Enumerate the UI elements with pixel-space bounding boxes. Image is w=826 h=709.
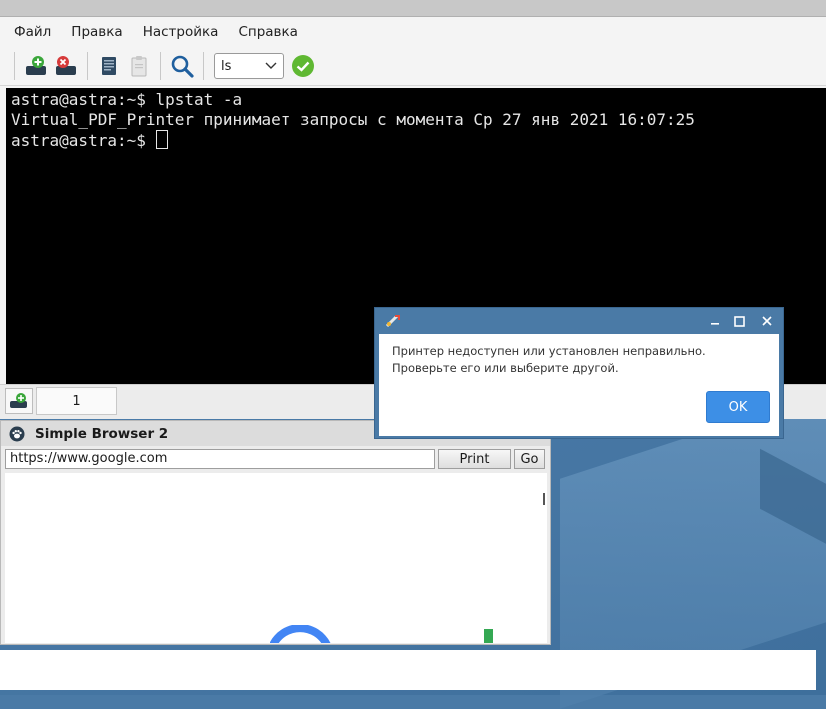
ok-button[interactable]: OK bbox=[706, 391, 770, 423]
dialog-message-line: Принтер недоступен или установлен неправ… bbox=[392, 344, 706, 358]
terminal-prompt-line: astra@astra:~$ bbox=[11, 130, 821, 151]
terminal-cursor bbox=[155, 130, 168, 149]
toolbar-separator bbox=[203, 52, 204, 80]
dialog-titlebar[interactable] bbox=[375, 308, 783, 335]
dialog-message: Принтер недоступен или установлен неправ… bbox=[392, 343, 706, 377]
checkmark-icon bbox=[292, 55, 314, 77]
printer-error-dialog: Принтер недоступен или установлен неправ… bbox=[374, 307, 784, 439]
go-button[interactable]: Go bbox=[514, 449, 545, 469]
maximize-button[interactable] bbox=[730, 312, 748, 330]
copy-icon bbox=[102, 57, 116, 75]
close-session-icon bbox=[56, 56, 76, 75]
terminal-line: astra@astra:~$ lpstat -a bbox=[11, 90, 243, 109]
dialog-message-line: Проверьте его или выберите другой. bbox=[392, 361, 619, 375]
close-button[interactable] bbox=[758, 312, 776, 330]
terminal-line: Virtual_PDF_Printer принимает запросы с … bbox=[11, 110, 695, 129]
minimize-icon bbox=[711, 323, 719, 325]
run-command-button[interactable] bbox=[288, 51, 318, 81]
session-tab[interactable]: 1 bbox=[36, 387, 117, 415]
chevron-down-icon bbox=[265, 62, 277, 69]
menu-file[interactable]: Файл bbox=[4, 24, 61, 40]
url-input[interactable]: https://www.google.com bbox=[5, 449, 435, 469]
browser-window: Simple Browser 2 https://www.google.com … bbox=[0, 420, 551, 645]
command-select-value: ls bbox=[221, 58, 232, 74]
toolbar-separator bbox=[160, 52, 161, 80]
toolbar-separator bbox=[87, 52, 88, 80]
find-button[interactable] bbox=[167, 51, 197, 81]
print-button[interactable]: Print bbox=[438, 449, 511, 469]
browser-navbar: https://www.google.com Print Go bbox=[5, 449, 545, 469]
terminal-line: astra@astra:~$ bbox=[11, 131, 156, 150]
command-select[interactable]: ls bbox=[214, 53, 284, 79]
close-session-button[interactable] bbox=[51, 51, 81, 81]
bottom-panel bbox=[0, 650, 816, 690]
app-icon bbox=[385, 314, 400, 328]
menubar: Файл Правка Настройка Справка bbox=[0, 17, 826, 47]
close-icon bbox=[762, 316, 772, 326]
menu-edit[interactable]: Правка bbox=[61, 24, 132, 40]
minimize-button[interactable] bbox=[706, 312, 724, 330]
menu-settings[interactable]: Настройка bbox=[133, 24, 229, 40]
toolbar-separator bbox=[14, 52, 15, 80]
new-tab-icon bbox=[10, 393, 27, 408]
terminal-titlebar[interactable] bbox=[0, 0, 826, 17]
maximize-icon bbox=[733, 315, 745, 327]
browser-title: Simple Browser 2 bbox=[35, 425, 169, 442]
menu-help[interactable]: Справка bbox=[228, 24, 307, 40]
toolbar: ls bbox=[0, 47, 826, 86]
new-session-button[interactable] bbox=[21, 51, 51, 81]
paste-icon bbox=[131, 56, 147, 77]
google-logo-fragment bbox=[270, 625, 331, 643]
browser-content[interactable] bbox=[5, 473, 547, 643]
google-logo-fragment bbox=[484, 629, 493, 643]
paste-button[interactable] bbox=[124, 51, 154, 81]
search-icon bbox=[171, 55, 194, 78]
paw-icon bbox=[9, 426, 25, 441]
copy-button[interactable] bbox=[94, 51, 124, 81]
page-edge-glyph bbox=[543, 493, 545, 505]
new-tab-button[interactable] bbox=[5, 388, 33, 414]
dialog-body: Принтер недоступен или установлен неправ… bbox=[379, 334, 779, 436]
new-session-icon bbox=[26, 56, 46, 75]
